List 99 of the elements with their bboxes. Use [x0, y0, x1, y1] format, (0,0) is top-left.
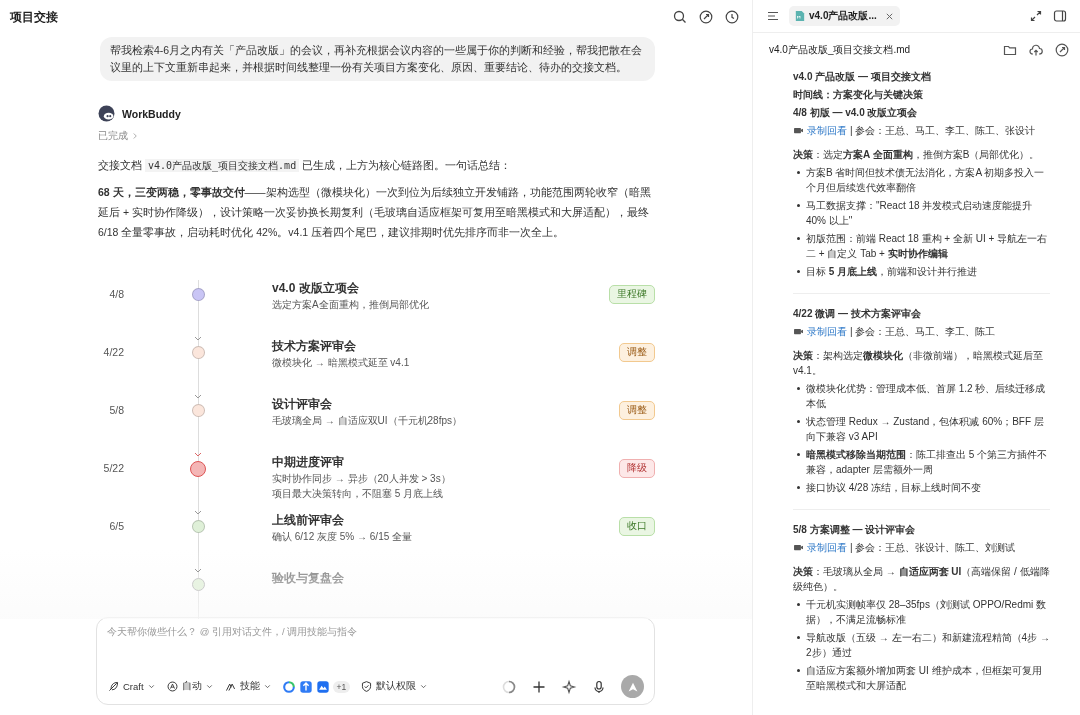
- close-icon[interactable]: [884, 11, 894, 21]
- chevron-down-icon: [204, 682, 214, 691]
- sparkle-icon[interactable]: [561, 678, 577, 695]
- decision-text: 决策：选定方案A 全面重构，推倒方案B（局部优化）。: [793, 148, 1041, 162]
- status-tag: 调整: [619, 401, 655, 420]
- video-camera-icon: [793, 125, 804, 136]
- auto-dropdown[interactable]: 自动: [165, 680, 214, 693]
- permission-dropdown[interactable]: 默认权限: [360, 680, 429, 693]
- section-heading: 4/22 微调 — 技术方案评审会: [793, 307, 922, 321]
- timeline-date: 5/8: [109, 404, 124, 416]
- event-summary: 确认 6/12 灰度 5% → 6/15 全量: [272, 530, 414, 544]
- mode-dropdown[interactable]: Craft: [107, 680, 156, 693]
- shield-check-icon: [360, 680, 374, 693]
- bullet-text: 微模块化优势：管理成本低、首屏 1.2 秒、后续迁移成本低: [806, 382, 1047, 411]
- attendee-list: | 参会：王总、马工、李工、陈工、张设计: [850, 123, 1036, 138]
- more-apps-badge[interactable]: +1: [332, 680, 351, 693]
- attendee-list: | 参会：王总、张设计、陈工、刘测试: [850, 540, 1016, 555]
- document-tab[interactable]: v4.0产品改版...: [789, 6, 900, 26]
- decision-text: 决策：毛玻璃从全局 → 自适应两套 UI（高端保留 / 低端降级纯色）。: [793, 565, 1050, 594]
- bullet-dot: [797, 603, 800, 606]
- bullet-dot: [797, 237, 800, 240]
- bullet-dot: [797, 204, 800, 207]
- summary-text: 68 天，三变两稳，零事故交付——架构选型（微模块化）一次到位为后续独立开发铺路，功能范围两轮收窄（暗黑延后 + 实时协作降级），设计策略一次妥协换长期复利（毛玻璃自适应框架可复用至暗黑模式和大屏适配），最终 6/18 全量零事故，启动耗时优化 42%。v4.1 压着四个尾巴，建议排期时优先排序而非一次全上。: [98, 185, 652, 240]
- bullet-text: 接口协议 4/28 冻结，目标上线时间不变: [806, 481, 982, 495]
- markdown-file-icon: [795, 10, 805, 22]
- timeline-date: 5/22: [103, 462, 124, 474]
- status-tag: 降级: [619, 459, 655, 478]
- message-text: 已生成，上方为核心链路图。一句话总结：: [302, 159, 512, 171]
- bullet-dot: [797, 669, 800, 672]
- app-mountain-icon[interactable]: [315, 679, 330, 694]
- timeline-date: 4/8: [109, 288, 124, 300]
- event-title: 技术方案评审会: [272, 338, 357, 355]
- event-summary: 实时协作同步 → 异步（20人并发 > 3s）: [272, 472, 452, 486]
- bullet-dot: [797, 270, 800, 273]
- assistant-name: WorkBuddy: [122, 107, 181, 120]
- tab-label[interactable]: v4.0产品改版...: [809, 9, 877, 23]
- share-icon[interactable]: [698, 9, 714, 25]
- file-name-code: v4.0产品改版_项目交接文档.md: [145, 159, 300, 172]
- bullet-text: 暗黑模式移除当期范围：陈工排查出 5 个第三方插件不兼容，adapter 层需额外一周: [806, 448, 1049, 477]
- bullet-text: 马工数据支撑："React 18 并发模式启动速度能提升 40% 以上": [806, 199, 1034, 228]
- bullet-dot: [797, 636, 800, 639]
- expand-icon[interactable]: [1028, 8, 1044, 24]
- event-title: 设计评审会: [272, 396, 333, 413]
- bullet-dot: [797, 387, 800, 390]
- status-tag: 里程碑: [609, 285, 655, 304]
- event-summary: 项目最大决策转向，不阻塞 5 月底上线: [272, 487, 445, 501]
- event-title: 验收与复盘会: [272, 570, 345, 587]
- bullet-dot: [797, 171, 800, 174]
- event-summary: 毛玻璃全局 → 自适应双UI（千元机28fps）: [272, 414, 464, 428]
- recording-link[interactable]: 录制回看: [807, 324, 847, 339]
- bullet-text: 千元机实测帧率仅 28–35fps（刘测试 OPPO/Redmi 数据），不满足流畅标准: [806, 598, 1048, 627]
- message-composer[interactable]: 今天帮你做些什么？ @ 引用对话文件，/ 调用技能与指令 Craft 自动 技能 +1 默认权限: [96, 617, 655, 705]
- section-heading: 5/8 方案调整 — 设计评审会: [793, 523, 917, 537]
- user-message: 帮我检索4-6月之内有关「产品改版」的会议，再补充根据会议内容的一些属于你的判断和经验，帮我把散在会议里的上下文重新串起来，并根据时间线整理一份有关项目方案变化、原因、重要结论、待办的交接文档。: [100, 37, 655, 81]
- message-text: 交接文档: [98, 159, 142, 171]
- loading-spinner-icon: [501, 678, 517, 695]
- status-toggle[interactable]: 已完成: [98, 129, 140, 143]
- chevron-down-icon: [419, 682, 429, 691]
- bullet-text: 导航改版（五级 → 左一右二）和新建流程精简（4步 → 2步）通过: [806, 631, 1050, 660]
- file-name: v4.0产品改版_项目交接文档.md: [769, 43, 911, 57]
- recording-link[interactable]: 录制回看: [807, 123, 847, 138]
- sidebar-toggle-icon[interactable]: [1052, 8, 1068, 24]
- status-tag: 调整: [619, 343, 655, 362]
- bullet-text: 方案B 省时间但技术债无法消化，方案A 初期多投入一个月但后续迭代效率翻倍: [806, 166, 1046, 195]
- video-camera-icon: [793, 542, 804, 553]
- bullet-dot: [797, 453, 800, 456]
- search-icon[interactable]: [672, 9, 688, 25]
- upload-cloud-icon[interactable]: [1028, 42, 1044, 58]
- decision-text: 决策：架构选定微模块化（非微前端），暗黑模式延后至 v4.1。: [793, 349, 1044, 378]
- bullet-text: 状态管理 Redux → Zustand，包体积减 60%；BFF 层向下兼容 v3 API: [806, 415, 1045, 444]
- share-icon[interactable]: [1054, 42, 1070, 58]
- bullet-text: 自适应方案额外增加两套 UI 维护成本，但框架可复用至暗黑模式和大屏适配: [806, 664, 1043, 693]
- video-camera-icon: [793, 326, 804, 337]
- document-title: v4.0 产品改版 — 项目交接文档: [793, 70, 932, 84]
- event-title: v4.0 改版立项会: [272, 280, 360, 297]
- attendee-list: | 参会：王总、马工、李工、陈工: [850, 324, 996, 339]
- timeline-date: 4/22: [103, 346, 124, 358]
- document-subtitle: 时间线：方案变化与关键决策: [793, 88, 924, 102]
- chevron-down-icon: [262, 682, 272, 691]
- bot-avatar-icon: [98, 105, 115, 122]
- event-summary: 微模块化 → 暗黑模式延至 v4.1: [272, 356, 411, 370]
- bullet-text: 目标 5 月底上线，前端和设计并行推进: [806, 265, 978, 279]
- event-title: 中期进度评审: [272, 454, 345, 471]
- feather-icon: [107, 680, 120, 693]
- bullet-text: 初版范围：前端 React 18 重构 + 全新 UI + 导航左一右二 + 自定义 Tab + 实时协作编辑: [806, 232, 1049, 261]
- page-title: 项目交接: [10, 8, 58, 26]
- bullet-dot: [797, 486, 800, 489]
- timeline-date: 6/5: [109, 520, 124, 532]
- recording-link[interactable]: 录制回看: [807, 540, 847, 555]
- section-heading: 4/8 初版 — v4.0 改版立项会: [793, 106, 919, 120]
- app-ring-icon[interactable]: [281, 679, 296, 694]
- skills-dropdown[interactable]: 技能: [223, 680, 272, 693]
- status-tag: 收口: [619, 517, 655, 536]
- chevron-down-icon: [146, 682, 156, 691]
- auto-mode-icon: [165, 680, 179, 693]
- event-summary: 选定方案A全面重构，推倒局部优化: [272, 298, 430, 312]
- bullet-dot: [797, 420, 800, 423]
- event-title: 上线前评审会: [272, 512, 345, 529]
- history-icon[interactable]: [724, 9, 740, 25]
